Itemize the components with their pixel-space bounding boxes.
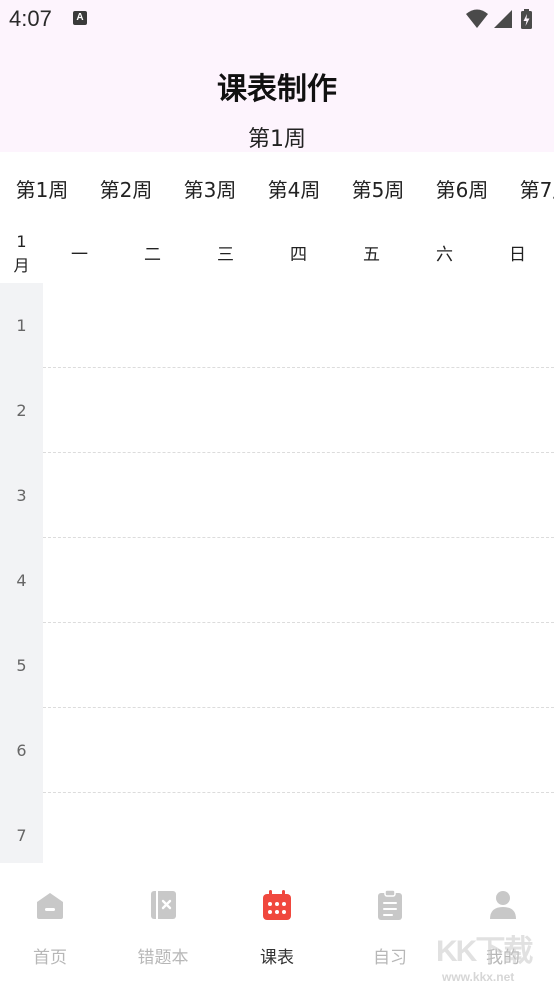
- row-divider: [43, 452, 554, 453]
- status-icons: [466, 8, 546, 30]
- row-divider: [43, 707, 554, 708]
- row-divider: [43, 537, 554, 538]
- period-number: 2: [16, 401, 27, 420]
- week-tab[interactable]: 第7周: [504, 174, 554, 203]
- nav-label-self-study: 自习: [373, 948, 407, 968]
- wrong-book-icon: [151, 891, 176, 919]
- week-tab[interactable]: 第3周: [168, 174, 252, 203]
- status-time: 4:07: [9, 6, 52, 31]
- day-label: 一: [71, 245, 88, 265]
- current-week-label: 第1周: [248, 127, 306, 152]
- row-divider: [43, 622, 554, 623]
- period-column: 1 2 3 4 5 6 7: [0, 283, 43, 863]
- day-label: 二: [144, 245, 161, 265]
- row-divider: [43, 367, 554, 368]
- week-tabs[interactable]: 第1周 第2周 第3周 第4周 第5周 第6周 第7周: [0, 152, 554, 222]
- week-tab[interactable]: 第2周: [84, 174, 168, 203]
- schedule-screen: 4:07 A 课表制作 第1周 第1周 第2周 第3周 第4周 第5周 第6周 …: [0, 0, 554, 986]
- row-divider: [43, 792, 554, 793]
- watermark: KK下载 www.kkx.net: [436, 926, 554, 986]
- nav-item-wrong-book[interactable]: 错题本: [108, 863, 218, 986]
- day-header-row: 1 月 一 二 三 四 五 六 日: [0, 222, 554, 282]
- status-bar: 4:07 A: [0, 0, 554, 40]
- month-label: 1 月: [0, 230, 43, 278]
- a-box-icon: A: [73, 11, 87, 25]
- period-number: 1: [16, 316, 27, 335]
- schedule-grid[interactable]: 1 2 3 4 5 6 7: [0, 283, 554, 863]
- page-header: 课表制作 第1周: [0, 40, 554, 152]
- nav-item-self-study[interactable]: 自习: [335, 863, 445, 986]
- clipboard-icon: [378, 889, 402, 920]
- watermark-text: KK下载: [436, 935, 533, 968]
- home-icon: [37, 893, 63, 919]
- day-label: 六: [436, 245, 453, 265]
- period-number: 3: [16, 486, 27, 505]
- wifi-icon: [466, 9, 488, 28]
- period-number: 4: [16, 571, 27, 590]
- week-tab[interactable]: 第1周: [0, 174, 84, 203]
- signal-icon: [494, 10, 512, 28]
- day-label: 五: [363, 245, 380, 265]
- nav-label-schedule: 课表: [260, 948, 294, 968]
- week-tab[interactable]: 第5周: [336, 174, 420, 203]
- week-tab[interactable]: 第6周: [420, 174, 504, 203]
- user-icon: [490, 891, 516, 919]
- day-label: 日: [509, 245, 526, 265]
- nav-item-schedule[interactable]: 课表: [222, 863, 332, 986]
- month-number: 1: [16, 232, 27, 251]
- page-title: 课表制作: [217, 72, 337, 107]
- nav-label-wrong-book: 错题本: [137, 948, 189, 968]
- nav-item-home[interactable]: 首页: [0, 863, 105, 986]
- day-label: 三: [217, 245, 234, 265]
- battery-charging-icon: [521, 9, 532, 29]
- calendar-icon: [263, 890, 291, 920]
- period-number: 6: [16, 741, 27, 760]
- week-tab[interactable]: 第4周: [252, 174, 336, 203]
- nav-label-home: 首页: [33, 948, 67, 968]
- month-unit: 月: [13, 256, 30, 275]
- period-number: 5: [16, 656, 27, 675]
- watermark-url: www.kkx.net: [442, 970, 515, 984]
- day-label: 四: [290, 245, 307, 265]
